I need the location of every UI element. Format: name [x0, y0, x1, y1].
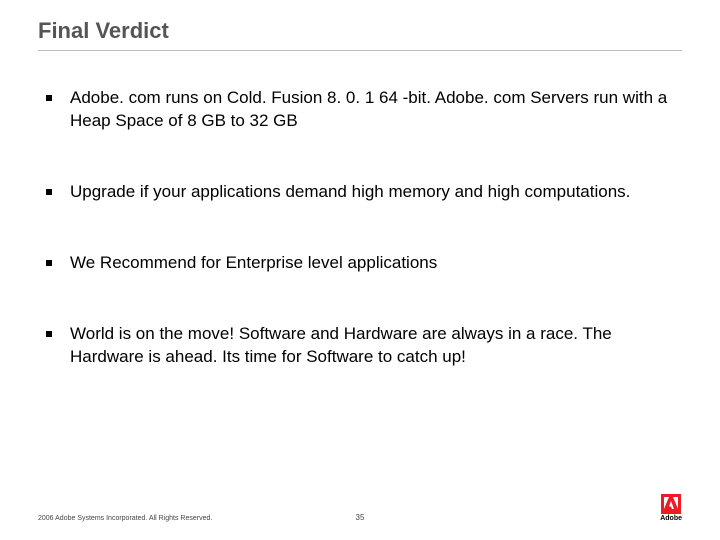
- bullet-text: Adobe. com runs on Cold. Fusion 8. 0. 1 …: [70, 87, 682, 133]
- square-bullet-icon: [46, 189, 52, 195]
- bullet-item: World is on the move! Software and Hardw…: [46, 323, 682, 369]
- adobe-logo: Adobe: [660, 494, 682, 522]
- page-number: 35: [356, 513, 365, 522]
- copyright-text: 2006 Adobe Systems Incorporated. All Rig…: [38, 515, 212, 522]
- slide: Final Verdict Adobe. com runs on Cold. F…: [0, 0, 720, 540]
- adobe-logo-icon: [661, 494, 681, 514]
- bullet-item: We Recommend for Enterprise level applic…: [46, 252, 682, 275]
- bullet-text: We Recommend for Enterprise level applic…: [70, 252, 437, 275]
- slide-title: Final Verdict: [38, 18, 682, 44]
- bullet-item: Upgrade if your applications demand high…: [46, 181, 682, 204]
- bullet-text: World is on the move! Software and Hardw…: [70, 323, 682, 369]
- square-bullet-icon: [46, 331, 52, 337]
- title-divider: [38, 50, 682, 51]
- square-bullet-icon: [46, 260, 52, 266]
- bullet-text: Upgrade if your applications demand high…: [70, 181, 630, 204]
- square-bullet-icon: [46, 95, 52, 101]
- footer: 2006 Adobe Systems Incorporated. All Rig…: [38, 494, 682, 522]
- adobe-logo-text: Adobe: [660, 515, 682, 522]
- bullet-list: Adobe. com runs on Cold. Fusion 8. 0. 1 …: [38, 87, 682, 369]
- bullet-item: Adobe. com runs on Cold. Fusion 8. 0. 1 …: [46, 87, 682, 133]
